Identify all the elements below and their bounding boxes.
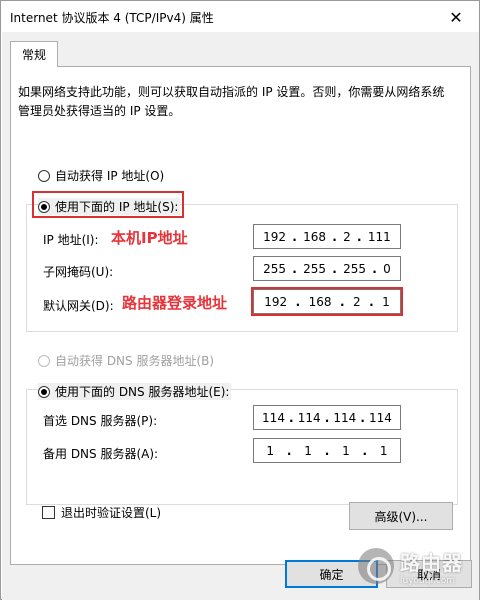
gw-octet-1: 192 (264, 294, 288, 309)
tab-general-label: 常规 (21, 48, 46, 62)
description-text: 如果网络支持此功能，则可以获取自动指派的 IP 设置。否则，你需要从网络系统管理… (18, 85, 445, 118)
ok-button-label: 确定 (319, 567, 344, 582)
pdns-octet-2: 114 (297, 410, 321, 425)
adns-octet-3: 1 (342, 443, 350, 458)
mask-octet-3: 255 (343, 261, 367, 276)
router-logo-icon (358, 548, 394, 584)
radio-auto-ip-indicator (38, 169, 50, 182)
default-gateway-field[interactable]: 192. 168. 2. 1 (253, 289, 401, 314)
radio-manual-dns[interactable]: 使用下面的 DNS 服务器地址(E): (38, 383, 232, 400)
adns-octet-4: 1 (379, 443, 388, 458)
ip-address-label: IP 地址(I): (43, 233, 99, 247)
radio-auto-dns-indicator (38, 354, 50, 367)
radio-auto-ip-label: 自动获得 IP 地址(O) (55, 169, 165, 183)
dialog-window: Internet 协议版本 4 (TCP/IPv4) 属性 ✕ 常规 如果网络支… (0, 0, 480, 600)
gw-octet-3: 2 (352, 294, 361, 309)
mask-octet-2: 255 (303, 261, 327, 276)
pdns-octet-1: 114 (262, 410, 285, 425)
radio-auto-ip[interactable]: 自动获得 IP 地址(O) (38, 167, 164, 184)
default-gateway-label: 默认网关(D): (43, 299, 114, 313)
mask-octet-1: 255 (263, 261, 287, 276)
ip-address-field[interactable]: 192. 168. 2. 111 (253, 224, 401, 249)
title-bar: Internet 协议版本 4 (TCP/IPv4) 属性 ✕ (2, 2, 479, 32)
subnet-mask-label: 子网掩码(U): (43, 265, 114, 279)
advanced-button-label: 高级(V)... (374, 509, 428, 524)
annotation-router-login: 路由器登录地址 (122, 294, 228, 312)
watermark-url: luyouqi.com (400, 575, 456, 586)
gw-octet-4: 1 (382, 294, 390, 309)
radio-auto-dns: 自动获得 DNS 服务器地址(B) (38, 352, 214, 369)
adns-octet-1: 1 (266, 443, 275, 458)
gw-octet-2: 168 (308, 294, 332, 309)
preferred-dns-label: 首选 DNS 服务器(P): (43, 414, 158, 428)
annotation-local-ip: 本机IP地址 (111, 229, 188, 247)
ip-octet-3: 2 (343, 229, 351, 244)
radio-manual-ip[interactable]: 使用下面的 IP 地址(S): (38, 198, 181, 215)
watermark-text: 路由器 (400, 550, 463, 575)
validate-checkbox-box (42, 506, 55, 519)
ip-octet-4: 111 (367, 229, 391, 244)
ip-octet-1: 192 (263, 229, 287, 244)
radio-manual-dns-indicator (38, 385, 50, 398)
alternate-dns-field[interactable]: 1. 1. 1. 1 (253, 438, 401, 463)
subnet-mask-field[interactable]: 255. 255. 255. 0 (253, 256, 401, 281)
radio-auto-dns-label: 自动获得 DNS 服务器地址(B) (55, 354, 215, 368)
validate-checkbox-label: 退出时验证设置(L) (61, 506, 162, 520)
radio-manual-dns-label: 使用下面的 DNS 服务器地址(E): (55, 385, 230, 399)
validate-on-exit-checkbox[interactable]: 退出时验证设置(L) (42, 504, 161, 521)
ip-octet-2: 168 (303, 229, 327, 244)
pdns-octet-4: 114 (369, 410, 392, 425)
radio-manual-ip-indicator (38, 200, 50, 213)
tab-general[interactable]: 常规 (10, 41, 58, 67)
alternate-dns-label: 备用 DNS 服务器(A): (43, 447, 159, 461)
adns-octet-2: 1 (304, 443, 312, 458)
pdns-octet-3: 114 (333, 410, 357, 425)
close-button[interactable]: ✕ (433, 2, 479, 32)
window-title: Internet 协议版本 4 (TCP/IPv4) 属性 (10, 11, 214, 25)
mask-octet-4: 0 (383, 261, 391, 276)
dialog-body: 常规 如果网络支持此功能，则可以获取自动指派的 IP 设置。否则，你需要从网络系… (2, 32, 479, 600)
close-icon: ✕ (449, 7, 463, 27)
watermark: 路由器 luyouqi.com (358, 542, 470, 590)
advanced-button[interactable]: 高级(V)... (349, 502, 453, 530)
preferred-dns-field[interactable]: 114. 114. 114. 114 (253, 405, 401, 430)
radio-manual-ip-label: 使用下面的 IP 地址(S): (55, 200, 179, 214)
